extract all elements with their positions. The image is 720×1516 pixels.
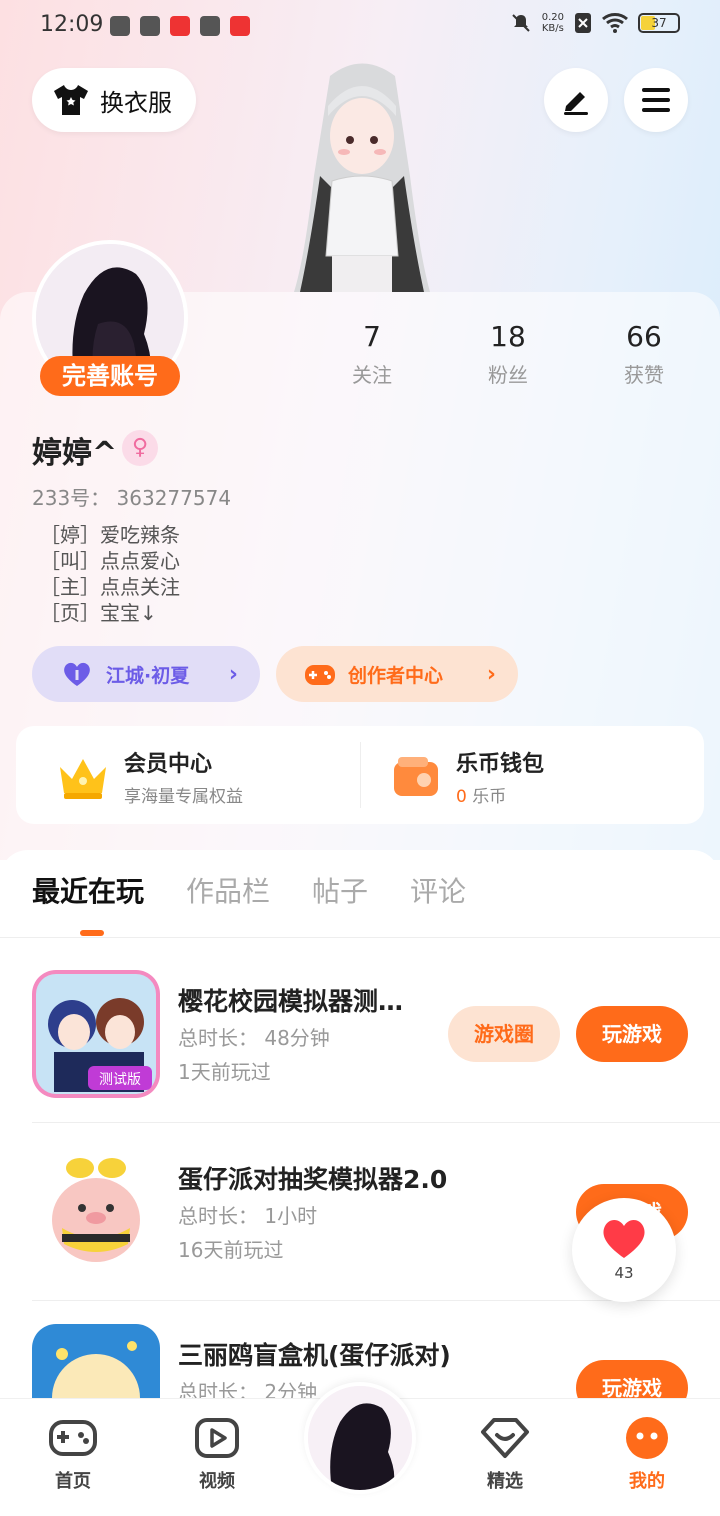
divider — [0, 937, 720, 938]
wallet-entry[interactable]: 乐币钱包 0 乐币 — [392, 746, 544, 807]
bio-line: ［叫］点点爱心 — [40, 549, 180, 573]
nav-me[interactable]: 我的 — [602, 1417, 692, 1493]
play-game-button[interactable]: 玩游戏 — [576, 1006, 688, 1062]
user-id[interactable]: 233号： 363277574 — [32, 482, 231, 511]
notification-icons — [110, 16, 250, 36]
pen-icon — [564, 92, 588, 115]
like-float-button[interactable]: 43 — [572, 1198, 676, 1302]
status-time: 12:09 — [40, 12, 104, 37]
creator-center-label: 创作者中心 — [348, 664, 444, 687]
stat-followers[interactable]: 18 粉丝 — [458, 320, 558, 388]
game-duration: 总时长： 1小时 — [178, 1204, 318, 1228]
gamepad-icon — [305, 665, 335, 685]
net-speed: 0.20 KB/s — [541, 12, 564, 34]
menu-button[interactable] — [624, 68, 688, 132]
nav-label: 精选 — [487, 1471, 523, 1492]
character-avatar[interactable] — [280, 56, 444, 292]
vip-title: 会员中心 — [124, 752, 213, 777]
heart-icon — [603, 1219, 645, 1258]
game-circle-button[interactable]: 游戏圈 — [448, 1006, 560, 1062]
tab-works[interactable]: 作品栏 — [186, 870, 270, 910]
stat-likes[interactable]: 66 获赞 — [594, 320, 694, 388]
complete-account-badge[interactable]: 完善账号 — [40, 356, 180, 396]
vip-center-entry[interactable]: 会员中心 享海量专属权益 — [56, 746, 243, 807]
divider — [32, 1122, 720, 1123]
tab-recent[interactable]: 最近在玩 — [32, 870, 144, 910]
battery-icon: 37 — [638, 13, 680, 33]
bio-line: ［婷］爱吃辣条 — [40, 523, 180, 547]
divider — [360, 742, 361, 808]
app-notification-icon — [170, 16, 190, 36]
nav-home[interactable]: 首页 — [28, 1417, 118, 1493]
sim-icon — [575, 13, 591, 33]
active-tab-indicator — [80, 930, 104, 936]
content-tabs: 最近在玩 作品栏 帖子 评论 — [32, 870, 466, 910]
app-notification-icon — [230, 16, 250, 36]
tab-comments[interactable]: 评论 — [410, 870, 466, 910]
nav-video[interactable]: 视频 — [172, 1417, 262, 1493]
nav-center-avatar[interactable] — [304, 1382, 416, 1494]
change-outfit-label: 换衣服 — [100, 88, 172, 117]
game-duration: 总时长： 48分钟 — [178, 1026, 330, 1050]
app-notification-icon — [200, 16, 220, 36]
bio-line: ［页］宝宝↓ — [40, 601, 157, 625]
nav-label: 首页 — [55, 1471, 91, 1492]
status-right: 0.20 KB/s 37 — [510, 12, 680, 34]
change-outfit-button[interactable]: 换衣服 — [32, 68, 196, 132]
nav-label: 我的 — [629, 1471, 665, 1492]
game-row[interactable]: 测试版 樱花校园模拟器测… 总时长： 48分钟 1天前玩过 游戏圈 玩游戏 — [32, 970, 688, 1146]
featured-icon — [481, 1418, 529, 1458]
game-title: 三丽鸥盲盒机(蛋仔派对) — [178, 1341, 451, 1370]
guild-button[interactable]: 江城·初夏 › — [32, 646, 260, 702]
me-icon — [626, 1417, 668, 1459]
vip-subtitle: 享海量专属权益 — [124, 787, 243, 807]
game-last-played: 1天前玩过 — [178, 1060, 271, 1084]
creator-center-button[interactable]: 创作者中心 › — [276, 646, 518, 702]
crown-icon — [60, 758, 106, 799]
like-count: 43 — [614, 1264, 634, 1282]
wallet-balance: 0 乐币 — [456, 787, 507, 807]
hamburger-icon — [642, 88, 670, 112]
mute-icon — [512, 14, 530, 32]
tab-posts[interactable]: 帖子 — [312, 870, 368, 910]
app-notification-icon — [110, 16, 130, 36]
stat-following[interactable]: 7 关注 — [322, 320, 422, 388]
wallet-icon — [394, 756, 438, 796]
tshirt-icon — [54, 85, 88, 115]
game-icon: 测试版 — [32, 970, 160, 1098]
game-title: 蛋仔派对抽奖模拟器2.0 — [178, 1165, 448, 1194]
game-title: 樱花校园模拟器测… — [178, 987, 404, 1016]
svg-text:测试版: 测试版 — [99, 1072, 141, 1088]
guild-label: 江城·初夏 — [106, 664, 190, 687]
app-notification-icon — [140, 16, 160, 36]
play-icon — [195, 1418, 239, 1458]
chevron-right-icon: › — [228, 661, 238, 687]
vip-wallet-card: 会员中心 享海量专属权益 乐币钱包 0 乐币 — [16, 726, 704, 824]
gamepad-icon — [49, 1420, 97, 1456]
chevron-right-icon: › — [486, 661, 496, 687]
status-bar: 12:09 0.20 KB/s 37 — [0, 0, 720, 56]
wifi-icon — [602, 13, 628, 33]
game-last-played: 16天前玩过 — [178, 1238, 284, 1262]
edit-profile-button[interactable] — [544, 68, 608, 132]
bio-line: ［主］点点关注 — [40, 575, 180, 599]
nav-label: 视频 — [199, 1471, 235, 1492]
female-icon: ♀ — [122, 430, 158, 466]
wallet-title: 乐币钱包 — [456, 752, 545, 777]
nav-featured[interactable]: 精选 — [460, 1417, 550, 1493]
heart-badge-icon — [64, 662, 90, 686]
game-icon — [32, 1148, 160, 1276]
bio: ［婷］爱吃辣条 ［叫］点点爱心 ［主］点点关注 ［页］宝宝↓ — [40, 522, 180, 626]
username: 婷婷^ — [32, 436, 118, 471]
